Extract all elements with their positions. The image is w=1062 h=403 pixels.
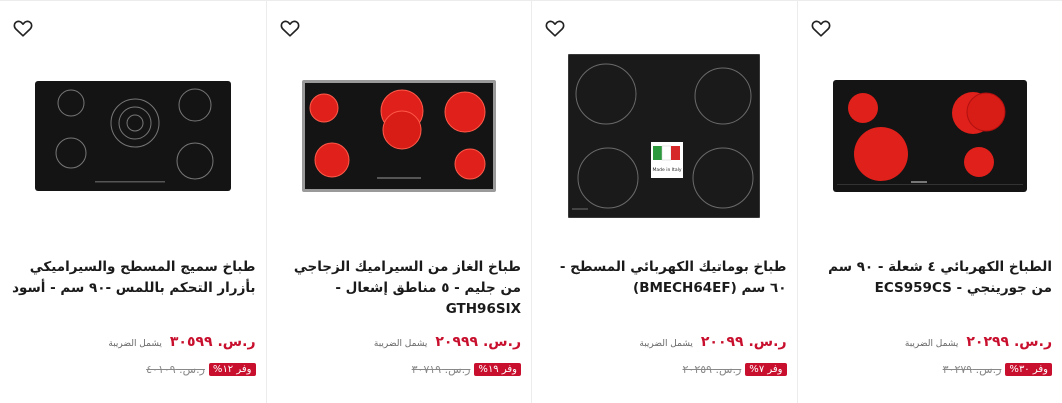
product-title[interactable]: الطباخ الكهربائي ٤ شعلة - ٩٠ سم من جورين… [808, 257, 1052, 299]
price-row: ر.س. ٣٠٥٩٩ يشمل الضريبة [10, 334, 256, 350]
hob-image [34, 81, 231, 191]
tax-note: يشمل الضريبة [639, 339, 693, 349]
old-price: ر.س. ٢٠٢٥٩ [682, 363, 742, 376]
product-card[interactable]: طباخ الغاز من السيراميك الزجاجي من جليم … [265, 1, 532, 403]
product-price: ر.س. ٢٠٩٩٩ [435, 334, 521, 350]
product-card[interactable]: Made in Italy طباخ بوماتيك الكهربائي الم… [531, 1, 797, 403]
product-title[interactable]: طباخ بوماتيك الكهربائي المسطح - ٦٠ سم (B… [542, 257, 787, 299]
price-row: ر.س. ٢٠٠٩٩ يشمل الضريبة [542, 334, 787, 350]
price-row: ر.س. ٢٠٩٩٩ يشمل الضريبة [277, 334, 521, 350]
tax-note: يشمل الضريبة [904, 339, 959, 349]
product-image[interactable]: Made in Italy [532, 46, 797, 226]
discount-badge: وفر ٣٠% [1005, 363, 1052, 376]
discount-row: وفر ٧% ر.س. ٢٠٢٥٩ [542, 363, 787, 376]
product-card[interactable]: الطباخ الكهربائي ٤ شعلة - ٩٠ سم من جورين… [796, 1, 1062, 403]
hob-image: Made in Italy [568, 54, 761, 218]
discount-row: وفر ١٩% ر.س. ٣٠٧١٩ [277, 363, 521, 376]
hob-image [832, 80, 1027, 192]
product-price: ر.س. ٣٠٥٩٩ [169, 334, 256, 350]
product-price: ر.س. ٢٠٢٩٩ [966, 334, 1052, 350]
tax-note: يشمل الضريبة [108, 339, 162, 349]
heart-icon[interactable] [12, 17, 34, 39]
product-title[interactable]: طباخ الغاز من السيراميك الزجاجي من جليم … [277, 257, 521, 320]
made-in-italy-text: Made in Italy [653, 167, 682, 173]
heart-icon[interactable] [810, 17, 832, 39]
discount-row: وفر ٣٠% ر.س. ٣٠٢٧٩ [808, 363, 1052, 376]
old-price: ر.س. ٤٠١٠٩ [146, 363, 205, 376]
discount-badge: وفر ٧% [745, 363, 787, 376]
price-row: ر.س. ٢٠٢٩٩ يشمل الضريبة [808, 334, 1052, 350]
heart-icon[interactable] [279, 17, 301, 39]
discount-badge: وفر ١٢% [208, 363, 256, 376]
old-price: ر.س. ٣٠٢٧٩ [942, 363, 1002, 376]
product-image[interactable] [0, 46, 266, 226]
hob-image [301, 80, 496, 192]
product-price: ر.س. ٢٠٠٩٩ [700, 334, 787, 350]
product-title[interactable]: طباخ سميج المسطح والسيراميكي بأزرار التح… [10, 257, 255, 299]
discount-badge: وفر ١٩% [474, 363, 521, 376]
heart-icon[interactable] [544, 17, 566, 39]
product-card[interactable]: طباخ سميج المسطح والسيراميكي بأزرار التح… [0, 1, 266, 403]
discount-row: وفر ١٢% ر.س. ٤٠١٠٩ [10, 363, 256, 376]
tax-note: يشمل الضريبة [373, 339, 428, 349]
product-image[interactable] [267, 46, 532, 226]
product-grid: الطباخ الكهربائي ٤ شعلة - ٩٠ سم من جورين… [0, 0, 1062, 403]
product-image[interactable] [798, 46, 1062, 226]
old-price: ر.س. ٣٠٧١٩ [411, 363, 471, 376]
